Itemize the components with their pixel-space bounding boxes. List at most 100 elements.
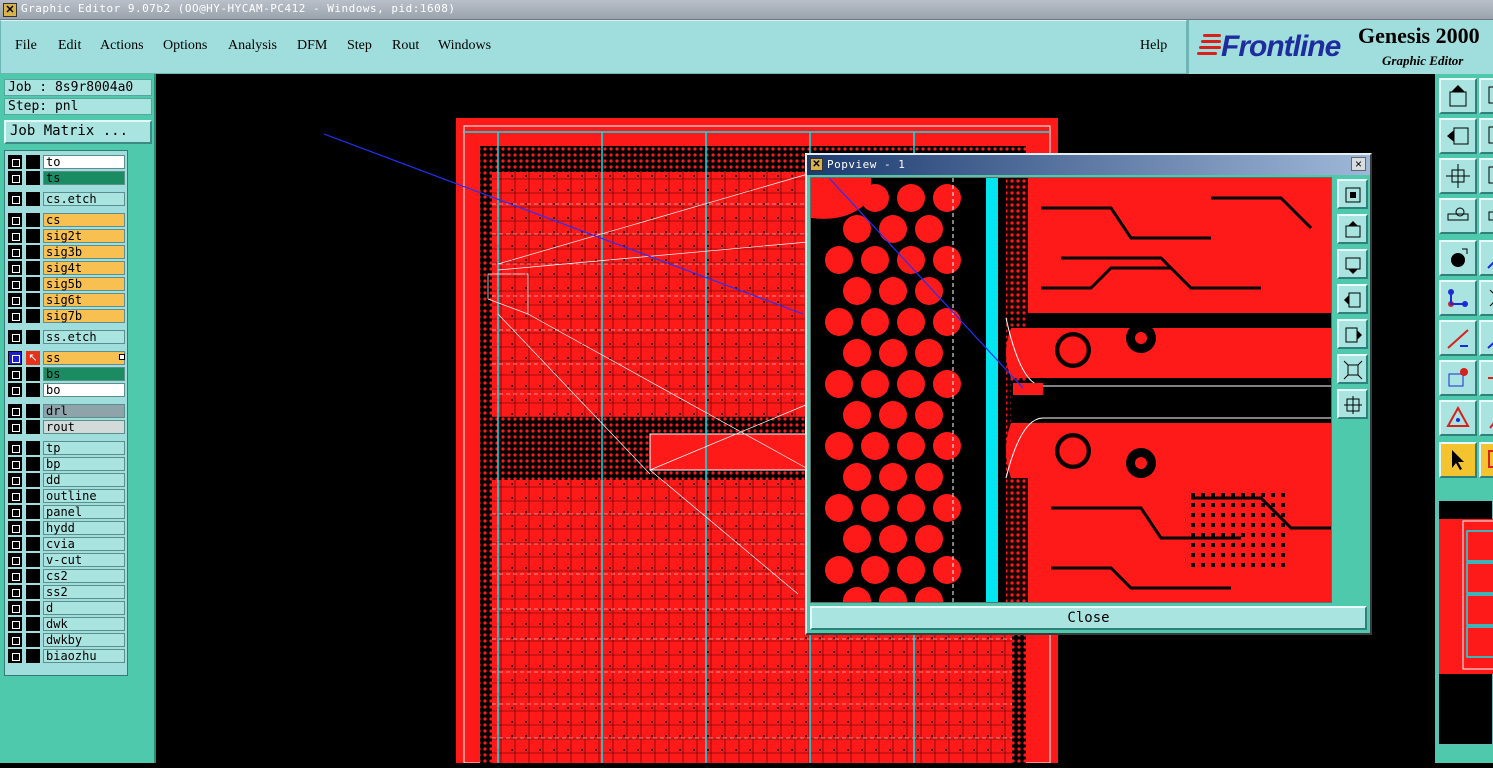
layer-checkbox[interactable] <box>8 585 22 599</box>
layer-checkbox[interactable] <box>8 293 22 307</box>
pan-right-icon[interactable] <box>1337 319 1368 349</box>
menu-file[interactable]: File <box>15 38 37 54</box>
layer-pointer-slot[interactable] <box>26 261 40 275</box>
layer-row[interactable]: ss.etch <box>8 330 126 344</box>
popview-title-bar[interactable]: ✕ Popview - 1 × <box>807 155 1370 175</box>
menu-options[interactable]: Options <box>163 38 207 54</box>
line-select-icon[interactable] <box>1479 240 1493 276</box>
layer-name[interactable]: drl <box>43 404 125 418</box>
layer-checkbox[interactable] <box>8 404 22 418</box>
layer-pointer-slot[interactable] <box>26 171 40 185</box>
layer-checkbox[interactable] <box>8 420 22 434</box>
add-arc-icon[interactable] <box>1479 320 1493 356</box>
layer-pointer-slot[interactable] <box>26 277 40 291</box>
layer-pointer-slot[interactable] <box>26 229 40 243</box>
layer-row[interactable]: cs2 <box>8 569 126 583</box>
layer-name[interactable]: dwk <box>43 617 125 631</box>
layer-row[interactable]: sig3b <box>8 245 126 259</box>
layer-pointer-slot[interactable] <box>26 521 40 535</box>
menu-step[interactable]: Step <box>347 38 372 54</box>
layer-name[interactable]: tp <box>43 441 125 455</box>
pan-left-icon[interactable] <box>1337 284 1368 314</box>
fit-2-icon[interactable] <box>1479 158 1493 194</box>
layer-pointer-slot[interactable] <box>26 330 40 344</box>
layer-pointer-slot[interactable] <box>26 192 40 206</box>
menu-help[interactable]: Help <box>1140 38 1167 54</box>
layer-checkbox[interactable] <box>8 213 22 227</box>
layer-checkbox[interactable] <box>8 155 22 169</box>
layer-row[interactable]: ss2 <box>8 585 126 599</box>
layer-name[interactable]: bp <box>43 457 125 471</box>
menu-windows[interactable]: Windows <box>438 38 491 54</box>
layer-checkbox[interactable] <box>8 569 22 583</box>
zoom-panel-icon[interactable] <box>1479 78 1493 114</box>
layer-row[interactable]: cs <box>8 213 126 227</box>
menu-dfm[interactable]: DFM <box>297 38 327 54</box>
layer-checkbox[interactable] <box>8 537 22 551</box>
layer-checkbox[interactable] <box>8 309 22 323</box>
layer-pointer-slot[interactable] <box>26 213 40 227</box>
layer-name[interactable]: ss.etch <box>43 330 125 344</box>
layer-checkbox[interactable] <box>8 367 22 381</box>
layer-row[interactable]: cs.etch <box>8 192 126 206</box>
layer-checkbox[interactable] <box>8 553 22 567</box>
layer-pointer-slot[interactable] <box>26 367 40 381</box>
layer-name[interactable]: ss <box>43 351 125 365</box>
layer-row[interactable]: ts <box>8 171 126 185</box>
layer-row[interactable]: tp <box>8 441 126 455</box>
net-icon[interactable] <box>1439 280 1477 316</box>
layer-pointer-slot[interactable] <box>26 569 40 583</box>
layer-name[interactable]: dd <box>43 473 125 487</box>
layer-checkbox[interactable] <box>8 633 22 647</box>
work-layer-pointer-icon[interactable]: ↖ <box>26 351 40 365</box>
layer-row[interactable]: ↖ ss <box>8 351 126 365</box>
polygon-icon[interactable] <box>1439 400 1477 436</box>
layer-row[interactable]: to <box>8 155 126 169</box>
layer-name[interactable]: bs <box>43 367 125 381</box>
layer-row[interactable]: sig4t <box>8 261 126 275</box>
layer-pointer-slot[interactable] <box>26 553 40 567</box>
layer-row[interactable]: dwk <box>8 617 126 631</box>
layer-checkbox[interactable] <box>8 649 22 663</box>
layer-checkbox[interactable] <box>8 245 22 259</box>
layer-checkbox[interactable] <box>8 473 22 487</box>
zoom-left-icon[interactable] <box>1439 118 1477 154</box>
layer-name[interactable]: sig2t <box>43 229 125 243</box>
layer-checkbox[interactable] <box>8 383 22 397</box>
menu-rout[interactable]: Rout <box>392 38 419 54</box>
menu-analysis[interactable]: Analysis <box>228 38 277 54</box>
add-line-icon[interactable] <box>1439 320 1477 356</box>
layer-row[interactable]: bp <box>8 457 126 471</box>
menu-actions[interactable]: Actions <box>100 38 144 54</box>
layer-pointer-slot[interactable] <box>26 585 40 599</box>
measure-2-icon[interactable] <box>1479 198 1493 234</box>
layer-pointer-slot[interactable] <box>26 537 40 551</box>
layer-name[interactable]: biaozhu <box>43 649 125 663</box>
layer-name[interactable]: sig5b <box>43 277 125 291</box>
layer-checkbox[interactable] <box>8 521 22 535</box>
popview-window[interactable]: ✕ Popview - 1 × Close <box>805 153 1372 635</box>
layer-row[interactable]: bs <box>8 367 126 381</box>
layer-row[interactable]: cvia <box>8 537 126 551</box>
layer-pointer-slot[interactable] <box>26 617 40 631</box>
zoom-right-icon[interactable] <box>1479 118 1493 154</box>
layer-name[interactable]: cs.etch <box>43 192 125 206</box>
job-matrix-button[interactable]: Job Matrix ... <box>4 120 152 144</box>
select-box-icon[interactable] <box>1479 442 1493 478</box>
layer-pointer-slot[interactable] <box>26 245 40 259</box>
layer-name[interactable]: dwkby <box>43 633 125 647</box>
layer-row[interactable]: dwkby <box>8 633 126 647</box>
layer-pointer-slot[interactable] <box>26 649 40 663</box>
layer-checkbox[interactable] <box>8 441 22 455</box>
layer-row[interactable]: hydd <box>8 521 126 535</box>
layer-name[interactable]: ts <box>43 171 125 185</box>
layer-checkbox[interactable] <box>8 489 22 503</box>
layer-name[interactable]: panel <box>43 505 125 519</box>
layer-checkbox[interactable] <box>8 192 22 206</box>
layer-checkbox[interactable] <box>8 351 22 365</box>
layer-row[interactable]: rout <box>8 420 126 434</box>
layer-name[interactable]: bo <box>43 383 125 397</box>
popview-close-button[interactable]: Close <box>810 606 1367 630</box>
add-pad-icon[interactable] <box>1439 360 1477 396</box>
popview-close-icon[interactable]: × <box>1351 157 1366 171</box>
